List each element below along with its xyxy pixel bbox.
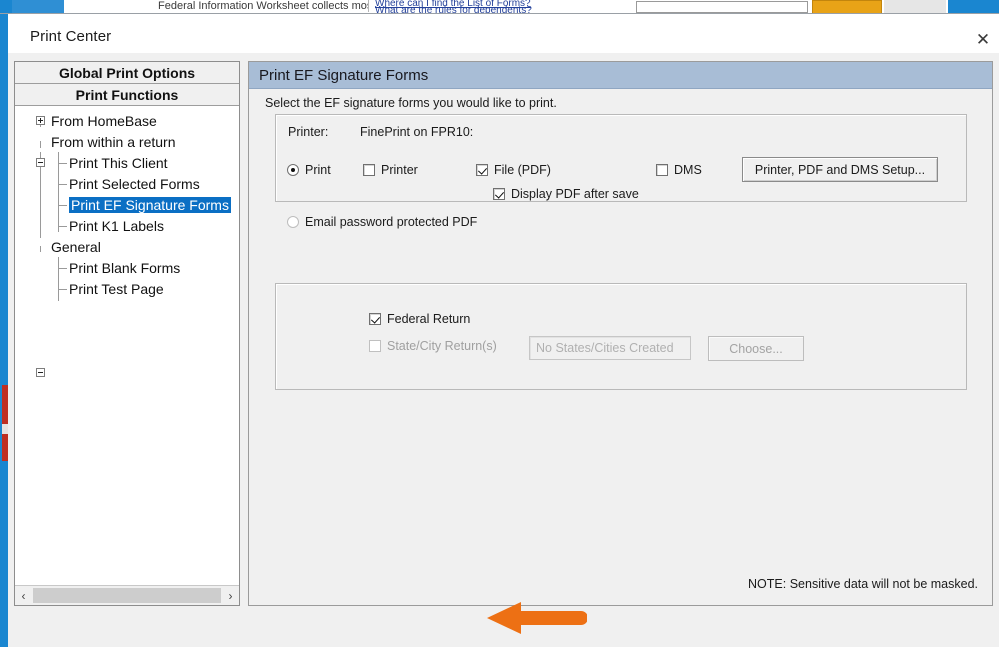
print-center-dialog: Print Center ✕ Global Print Options Prin… <box>8 14 999 647</box>
pane-title: Print EF Signature Forms <box>259 66 429 84</box>
option-print-radio[interactable]: Print <box>287 163 331 177</box>
expand-plus-icon[interactable] <box>36 116 45 125</box>
tree-item-label: Print Selected Forms <box>69 175 200 192</box>
printer-label-row: Printer: FinePrint on FPR10: <box>288 125 473 139</box>
returns-groupbox: Federal Return State/City Return(s) No S… <box>275 283 967 390</box>
option-file-pdf-checkbox[interactable]: File (PDF) <box>476 163 551 177</box>
dialog-body: Global Print Options Print Functions Fro… <box>8 52 999 647</box>
tree-item-print-test-page[interactable]: Print Test Page <box>15 278 239 299</box>
radio-print-icon[interactable] <box>287 164 299 176</box>
background-blue-right <box>948 0 999 14</box>
checkbox-state-city-return-label: State/City Return(s) <box>387 339 497 353</box>
background-input <box>636 1 808 13</box>
tree-item-label: Print Blank Forms <box>69 259 181 276</box>
tree-item-general[interactable]: General <box>15 236 239 377</box>
printer-groupbox: Printer: FinePrint on FPR10: Print Print… <box>275 114 967 229</box>
checkbox-dms-icon[interactable] <box>656 164 668 176</box>
printer-label: Printer: <box>288 125 329 139</box>
checkbox-dms-label: DMS <box>674 163 702 177</box>
background-links-panel: Where can I find the List of Forms? What… <box>375 0 625 13</box>
annotation-arrow-icon <box>487 602 587 634</box>
background-orange-button <box>812 0 882 14</box>
checkbox-display-pdf-label: Display PDF after save <box>511 187 639 201</box>
checkbox-federal-return-icon[interactable] <box>369 313 381 325</box>
tree-item-print-k1-labels[interactable]: Print K1 Labels <box>15 215 239 236</box>
choose-button: Choose... <box>708 336 804 361</box>
printer-value: FinePrint on FPR10: <box>360 125 474 139</box>
collapse-minus-icon[interactable] <box>36 368 45 377</box>
tree-item-print-ef-signature-forms[interactable]: Print EF Signature Forms <box>15 194 239 215</box>
print-functions-tree: Global Print Options Print Functions Fro… <box>14 61 240 606</box>
option-email-protected-pdf-radio[interactable]: Email password protected PDF <box>287 215 477 229</box>
tree-item-label: Print EF Signature Forms <box>69 196 231 213</box>
checkbox-file-pdf-icon[interactable] <box>476 164 488 176</box>
option-state-city-return-checkbox: State/City Return(s) <box>369 339 497 353</box>
tree-item-label: From within a return <box>51 133 176 150</box>
tree-item-print-this-client[interactable]: Print This Client <box>15 152 239 173</box>
page-title: Print Center <box>30 28 112 45</box>
tree-item-from-within-a-return[interactable]: From within a return <box>15 131 239 167</box>
scroll-right-icon[interactable]: › <box>222 587 239 604</box>
option-printer-checkbox[interactable]: Printer <box>363 163 418 177</box>
tree-header-print-functions[interactable]: Print Functions <box>15 84 239 106</box>
scrollbar-thumb[interactable] <box>33 588 221 603</box>
tree-node-list: From HomeBase From within a return Print… <box>15 106 239 377</box>
radio-print-label: Print <box>305 163 331 177</box>
checkbox-state-city-return-icon <box>369 340 381 352</box>
radio-email-icon[interactable] <box>287 216 299 228</box>
sensitive-data-note: NOTE: Sensitive data will not be masked. <box>748 577 978 591</box>
option-federal-return-checkbox[interactable]: Federal Return <box>369 312 470 326</box>
pane-subtitle: Select the EF signature forms you would … <box>265 96 557 110</box>
tree-item-from-homebase[interactable]: From HomeBase <box>15 110 239 131</box>
checkbox-file-pdf-label: File (PDF) <box>494 163 551 177</box>
printer-pdf-dms-setup-button[interactable]: Printer, PDF and DMS Setup... <box>742 157 938 182</box>
checkbox-printer-label: Printer <box>381 163 418 177</box>
scroll-left-icon[interactable]: ‹ <box>15 587 32 604</box>
background-blue-left <box>0 0 12 14</box>
background-tab <box>12 0 64 14</box>
background-blue-edge <box>0 14 8 647</box>
tree-item-label: Print Test Page <box>69 280 164 297</box>
tree-item-label: Print This Client <box>69 154 168 171</box>
tree-item-label: From HomeBase <box>51 112 157 129</box>
tree-item-label: General <box>51 238 101 255</box>
tree-item-print-selected-forms[interactable]: Print Selected Forms <box>15 173 239 194</box>
print-ef-signature-forms-pane: Print EF Signature Forms Select the EF s… <box>248 61 993 606</box>
tree-item-print-blank-forms[interactable]: Print Blank Forms <box>15 257 239 278</box>
background-worksheet-text: Federal Information Worksheet collects m… <box>158 0 369 12</box>
option-display-pdf-checkbox[interactable]: Display PDF after save <box>493 187 639 201</box>
tree-header-global-print-options[interactable]: Global Print Options <box>15 62 239 84</box>
checkbox-display-pdf-icon[interactable] <box>493 188 505 200</box>
tree-horizontal-scrollbar[interactable]: ‹ › <box>15 585 239 605</box>
close-icon[interactable]: ✕ <box>969 27 997 53</box>
background-gap <box>884 0 946 14</box>
checkbox-federal-return-label: Federal Return <box>387 312 471 326</box>
tree-item-label: Print K1 Labels <box>69 217 164 234</box>
state-city-textbox: No States/Cities Created <box>529 336 691 360</box>
background-window-strip: Federal Information Worksheet collects m… <box>0 0 999 14</box>
option-dms-checkbox[interactable]: DMS <box>656 163 702 177</box>
pane-banner: Print EF Signature Forms <box>249 62 992 89</box>
checkbox-printer-icon[interactable] <box>363 164 375 176</box>
radio-email-label: Email password protected PDF <box>305 215 478 229</box>
